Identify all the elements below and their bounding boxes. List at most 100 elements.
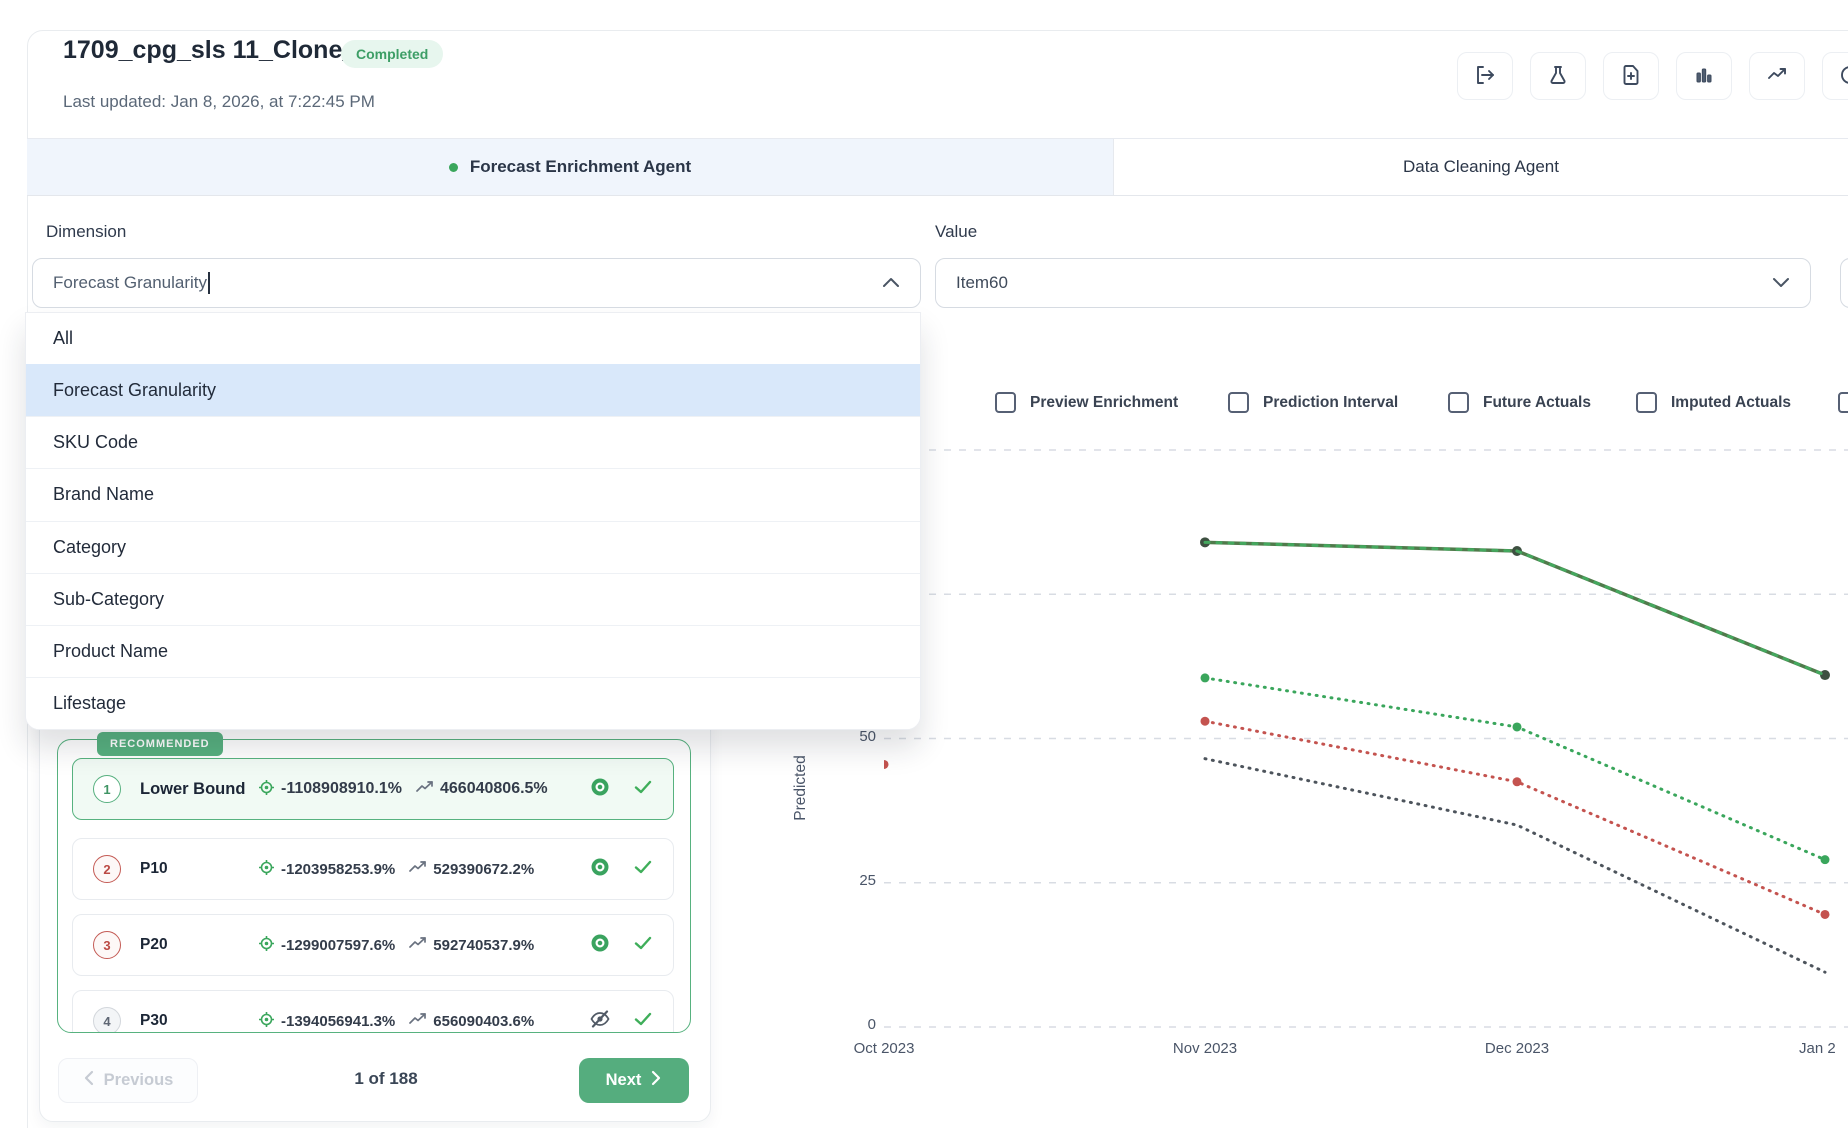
y-tick-50: 50: [806, 728, 876, 745]
value-select[interactable]: Item60: [935, 258, 1811, 308]
target-value: -1394056941.3%: [281, 1013, 395, 1030]
x-tick-dec: Dec 2023: [1462, 1040, 1572, 1057]
y-tick-25: 25: [806, 872, 876, 889]
visibility-on-icon[interactable]: [589, 856, 611, 883]
x-tick-jan: Jan 2: [1799, 1040, 1848, 1057]
checkbox-label: Prediction Interval: [1263, 394, 1398, 412]
visibility-off-icon[interactable]: [589, 1008, 611, 1034]
trend-value: 592740537.9%: [433, 937, 534, 954]
history-button[interactable]: [1822, 52, 1848, 100]
rank-item-p20[interactable]: 3 P20 -1299007597.6% 592740537.9%: [72, 914, 674, 976]
trend-value: 529390672.2%: [433, 861, 534, 878]
checkbox[interactable]: [1228, 392, 1249, 413]
checkbox-label: Future Actuals: [1483, 394, 1591, 412]
page-title: 1709_cpg_sls 11_Clone_5: [63, 36, 370, 65]
app-root: 1709_cpg_sls 11_Clone_5 Completed Last u…: [0, 0, 1848, 1128]
option-forecast-granularity[interactable]: Forecast Granularity: [26, 364, 920, 416]
line-chart-button[interactable]: [1749, 52, 1805, 100]
candidate-name: P20: [140, 936, 258, 954]
option-all[interactable]: All: [26, 313, 920, 364]
option-sku-code[interactable]: SKU Code: [26, 416, 920, 468]
toggle-preview-enrichment: Preview Enrichment: [995, 392, 1178, 413]
toggle-future-actuals: Future Actuals: [1448, 392, 1591, 413]
rank-badge: 2: [93, 855, 121, 883]
forecast-chart: [884, 430, 1848, 1034]
flask-icon: [1547, 64, 1569, 89]
option-category[interactable]: Category: [26, 521, 920, 573]
selected-check-icon[interactable]: [633, 857, 653, 882]
option-lifestage[interactable]: Lifestage: [26, 677, 920, 729]
dimension-dropdown-menu: All Forecast Granularity SKU Code Brand …: [25, 312, 921, 730]
chevron-left-icon: [83, 1070, 94, 1091]
green-status-dot-icon: [449, 163, 458, 172]
status-badge: Completed: [341, 40, 443, 68]
checkbox-label: Imputed Actuals: [1671, 394, 1791, 412]
mini-trend-icon: [416, 780, 434, 798]
experiment-button[interactable]: [1530, 52, 1586, 100]
add-file-button[interactable]: [1603, 52, 1659, 100]
checkbox[interactable]: [1838, 392, 1848, 413]
rank-item-lower-bound[interactable]: 1 Lower Bound -1108908910.1% 466040806.5…: [72, 758, 674, 820]
visibility-on-icon[interactable]: [589, 776, 611, 803]
last-updated-text: Last updated: Jan 8, 2026, at 7:22:45 PM: [63, 92, 375, 112]
option-brand-name[interactable]: Brand Name: [26, 468, 920, 520]
recommended-group-box: 1 Lower Bound -1108908910.1% 466040806.5…: [57, 739, 691, 1033]
dimension-label: Dimension: [46, 222, 126, 242]
option-sub-category[interactable]: Sub-Category: [26, 573, 920, 625]
tab-label: Data Cleaning Agent: [1403, 157, 1559, 177]
previous-label: Previous: [104, 1071, 174, 1090]
text-cursor: [208, 272, 210, 294]
selected-check-icon[interactable]: [633, 777, 653, 802]
target-icon: [258, 779, 275, 800]
rank-badge: 1: [93, 775, 121, 803]
tab-forecast-enrichment-agent[interactable]: Forecast Enrichment Agent: [27, 139, 1113, 195]
clock-icon: [1839, 64, 1848, 89]
target-icon: [258, 935, 275, 956]
agent-tab-bar: Forecast Enrichment Agent Data Cleaning …: [27, 138, 1848, 196]
rank-badge: 4: [93, 1007, 121, 1033]
chevron-down-icon: [1772, 273, 1790, 293]
rank-item-p10[interactable]: 2 P10 -1203958253.9% 529390672.2%: [72, 838, 674, 900]
mini-trend-icon: [409, 860, 427, 878]
toggle-prediction-interval: Prediction Interval: [1228, 392, 1398, 413]
candidate-name: Lower Bound: [140, 780, 258, 799]
export-button[interactable]: [1457, 52, 1513, 100]
rank-item-p30[interactable]: 4 P30 -1394056941.3% 656090403.6%: [72, 990, 674, 1033]
next-label: Next: [606, 1071, 642, 1090]
checkbox[interactable]: [1636, 392, 1657, 413]
dimension-combobox[interactable]: Forecast Granularity: [32, 258, 921, 308]
checkbox[interactable]: [995, 392, 1016, 413]
target-value: -1108908910.1%: [281, 780, 402, 798]
trend-value: 656090403.6%: [433, 1013, 534, 1030]
target-icon: [258, 1011, 275, 1032]
y-axis-label: Predicted: [792, 708, 810, 868]
option-product-name[interactable]: Product Name: [26, 625, 920, 677]
toolbar: [1457, 52, 1848, 100]
bar-chart-button[interactable]: [1676, 52, 1732, 100]
trend-value: 466040806.5%: [440, 780, 548, 798]
value-select-value: Item60: [956, 273, 1008, 293]
checkbox[interactable]: [1448, 392, 1469, 413]
selected-check-icon[interactable]: [633, 933, 653, 958]
selected-check-icon[interactable]: [633, 1009, 653, 1034]
partial-select[interactable]: [1840, 258, 1848, 308]
previous-button[interactable]: Previous: [58, 1058, 198, 1103]
recommended-badge: RECOMMENDED: [97, 732, 223, 756]
target-value: -1203958253.9%: [281, 861, 395, 878]
x-tick-oct: Oct 2023: [829, 1040, 939, 1057]
trend-line-icon: [1766, 64, 1788, 89]
dimension-input-value: Forecast Granularity: [53, 273, 207, 293]
tab-data-cleaning-agent[interactable]: Data Cleaning Agent: [1113, 139, 1848, 195]
rank-badge: 3: [93, 931, 121, 959]
page-indicator: 1 of 188: [326, 1069, 446, 1089]
x-tick-nov: Nov 2023: [1150, 1040, 1260, 1057]
next-button[interactable]: Next: [579, 1058, 689, 1103]
checkbox-label: Preview Enrichment: [1030, 394, 1178, 412]
chevron-right-icon: [651, 1070, 662, 1091]
toggle-imputed-actuals: Imputed Actuals: [1636, 392, 1791, 413]
toggle-partial: [1838, 392, 1848, 413]
target-value: -1299007597.6%: [281, 937, 395, 954]
visibility-on-icon[interactable]: [589, 932, 611, 959]
chevron-up-icon: [882, 273, 900, 293]
candidate-name: P30: [140, 1012, 258, 1030]
